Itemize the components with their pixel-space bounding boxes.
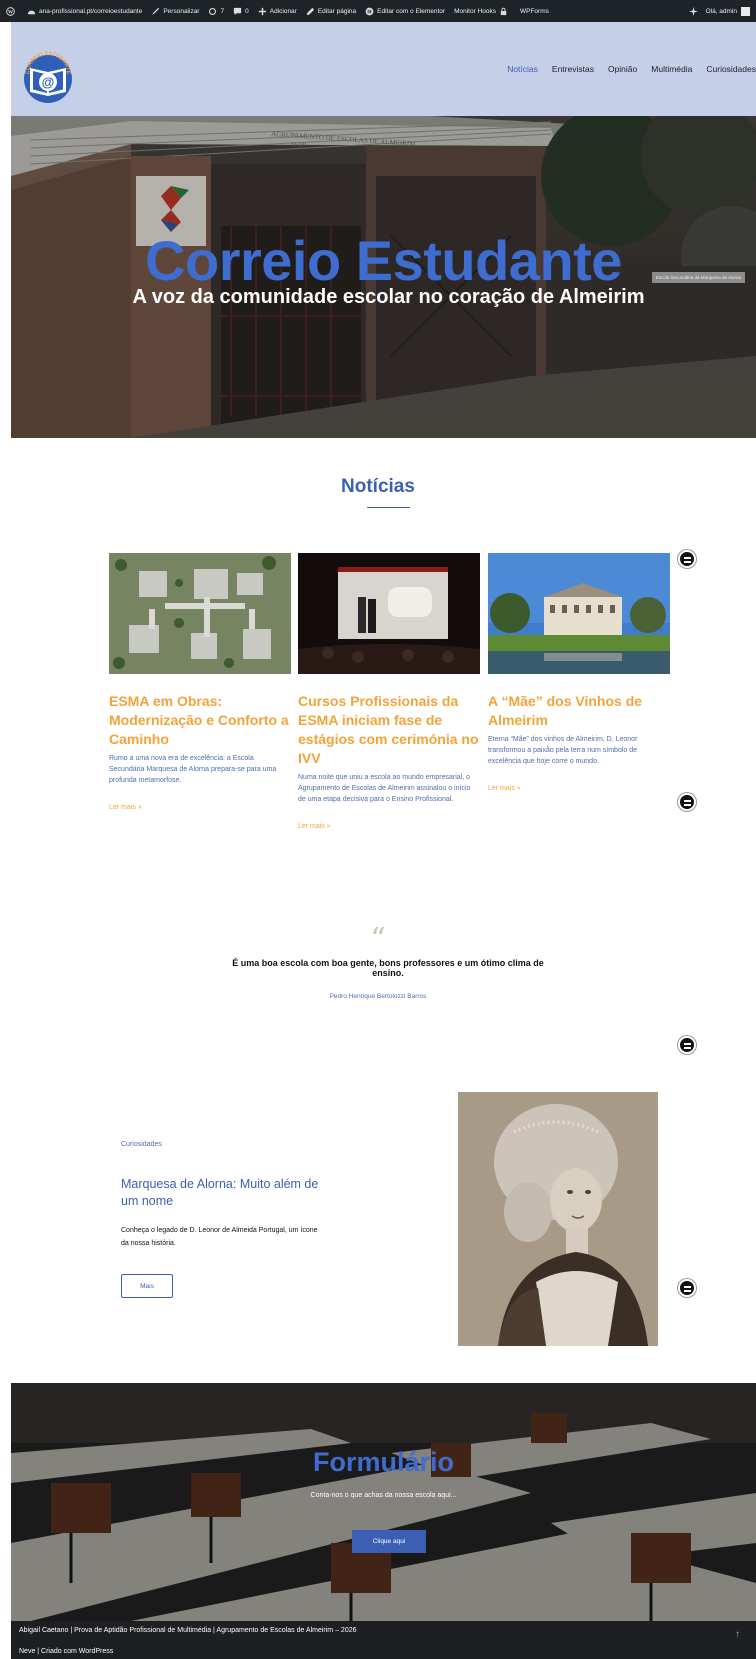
- dashboard-icon: [27, 10, 36, 14]
- quote-icon: “: [370, 922, 386, 957]
- read-more-link[interactable]: Ler mais »: [298, 823, 480, 830]
- wordpress-logo-icon[interactable]: W: [6, 6, 18, 16]
- post-title[interactable]: Cursos Profissionais da ESMA iniciam fas…: [298, 692, 480, 768]
- post-title[interactable]: A “Mãe” dos Vinhos de Almeirim: [488, 692, 670, 730]
- add-label: Adicionar: [269, 7, 297, 15]
- hero-title: Correio Estudante: [145, 229, 622, 292]
- footer-credits: Abigail Caetano | Prova de Aptidão Profi…: [19, 1627, 357, 1634]
- marquesa-portrait-image: [458, 1092, 658, 1346]
- nav-item-multimedia[interactable]: Multimédia: [651, 64, 692, 74]
- post-excerpt: Rumo a uma nova era de excelência: a Esc…: [109, 755, 277, 784]
- site-name: ana-profissional.pt/correioestudante: [39, 7, 143, 15]
- testimonial-text: É uma boa escola com boa gente, bons pro…: [232, 958, 544, 978]
- section-nav-button[interactable]: [678, 793, 696, 811]
- feature-title: Marquesa de Alorna: Muito além de um nom…: [121, 1177, 319, 1208]
- read-more-link[interactable]: Ler mais »: [109, 804, 291, 811]
- read-more-link[interactable]: Ler mais »: [488, 785, 670, 792]
- refresh-icon: [209, 7, 217, 15]
- sparkle-icon[interactable]: [688, 6, 698, 16]
- hero-subtitle: A voz da comunidade escolar no coração d…: [132, 286, 645, 308]
- post-thumbnail-aerial-school[interactable]: [109, 553, 291, 674]
- title-divider: [367, 507, 410, 508]
- admin-bar-comments[interactable]: 0: [233, 7, 249, 16]
- nav-item-noticias[interactable]: Notícias: [507, 64, 538, 74]
- section-nav-button[interactable]: [678, 550, 696, 568]
- scroll-to-top-icon[interactable]: ↑: [735, 1629, 740, 1640]
- admin-bar-updates[interactable]: 7: [208, 7, 224, 16]
- post-thumbnail-ceremony[interactable]: [298, 553, 480, 674]
- admin-bar-hooks[interactable]: Monitor Hooks: [454, 7, 511, 16]
- edit-page-label: Editar página: [317, 7, 357, 15]
- nav-item-curiosidades[interactable]: Curiosidades: [706, 64, 756, 74]
- admin-bar: W ana-profissional.pt/correioestudante P…: [0, 0, 756, 22]
- feature-category: Curiosidades: [121, 1141, 162, 1148]
- main-nav: Notícias Entrevistas Opinião Multimédia …: [493, 64, 756, 74]
- lock-icon: [500, 7, 507, 15]
- post-card: Cursos Profissionais da ESMA iniciam fas…: [298, 553, 480, 830]
- site-logo[interactable]: CORREIO ESTUDANTE @: [19, 48, 77, 106]
- avatar[interactable]: [741, 6, 750, 16]
- plus-icon: [258, 7, 266, 15]
- form-section-title: Formulário: [312, 1447, 454, 1477]
- updates-count: 7: [220, 7, 225, 15]
- post-thumbnail-manor[interactable]: [488, 553, 670, 674]
- comments-count: 0: [245, 7, 249, 15]
- nav-item-opiniao[interactable]: Opinião: [608, 64, 637, 74]
- footer-theme-link[interactable]: Neve | Criado com WordPress: [19, 1648, 113, 1655]
- pencil-icon: [306, 7, 314, 15]
- news-section-title: Notícias: [341, 476, 415, 497]
- comment-icon: [234, 7, 242, 15]
- admin-bar-wpforms[interactable]: WPForms: [520, 8, 549, 15]
- hooks-label: Monitor Hooks: [454, 7, 496, 15]
- testimonial-author: Pedro Henrique Bertolozzi Barros: [329, 993, 427, 1000]
- elementor-icon: [365, 7, 374, 15]
- form-section: Formulário Conta-nos o que achas da noss…: [11, 1383, 756, 1621]
- hero-banner: AGRUPAMENTO DE ESCOLAS DE ALMEIRIM SEDE: [11, 116, 756, 438]
- wpforms-label: WPForms: [519, 7, 549, 15]
- admin-bar-right: Olá, admin: [688, 0, 750, 22]
- post-excerpt: Eterna “Mãe” dos vinhos de Almeirim, D. …: [488, 736, 638, 765]
- site-footer: Abigail Caetano | Prova de Aptidão Profi…: [11, 1621, 756, 1659]
- svg-text:@: @: [42, 75, 55, 90]
- post-card: A “Mãe” dos Vinhos de Almeirim Eterna “M…: [488, 553, 670, 792]
- form-section-subtitle: Conta-nos o que achas da nossa escola aq…: [310, 1492, 457, 1499]
- elementor-label: Editar com o Elementor: [377, 7, 446, 15]
- admin-bar-elementor[interactable]: Editar com o Elementor: [365, 7, 445, 16]
- post-title[interactable]: ESMA em Obras: Modernização e Conforto a…: [109, 692, 291, 749]
- admin-bar-site[interactable]: ana-profissional.pt/correioestudante: [27, 7, 142, 16]
- feature-more-button[interactable]: Mais: [121, 1274, 173, 1298]
- admin-bar-customize[interactable]: Personalizar: [151, 7, 199, 16]
- site-header: CORREIO ESTUDANTE @ Notícias Entrevistas…: [11, 22, 756, 116]
- classroom-background-image: [11, 1383, 756, 1621]
- svg-text:W: W: [8, 9, 14, 15]
- customize-label: Personalizar: [163, 7, 200, 15]
- section-nav-button[interactable]: [678, 1036, 696, 1054]
- admin-bar-edit-page[interactable]: Editar página: [306, 7, 356, 16]
- form-cta-button[interactable]: Clique aqui: [352, 1530, 426, 1553]
- brush-icon: [152, 7, 160, 15]
- school-plaque: Escola Secundária da Marquesa de Alorna: [651, 272, 745, 283]
- feature-description: Conheça o legado de D. Leonor de Almeida…: [121, 1227, 318, 1247]
- section-nav-button[interactable]: [678, 1279, 696, 1297]
- nav-item-entrevistas[interactable]: Entrevistas: [552, 64, 594, 74]
- post-card: ESMA em Obras: Modernização e Conforto a…: [109, 553, 291, 811]
- admin-bar-add[interactable]: Adicionar: [258, 7, 297, 16]
- post-excerpt: Numa noite que uniu a escola ao mundo em…: [298, 774, 471, 803]
- admin-greeting[interactable]: Olá, admin: [706, 8, 737, 15]
